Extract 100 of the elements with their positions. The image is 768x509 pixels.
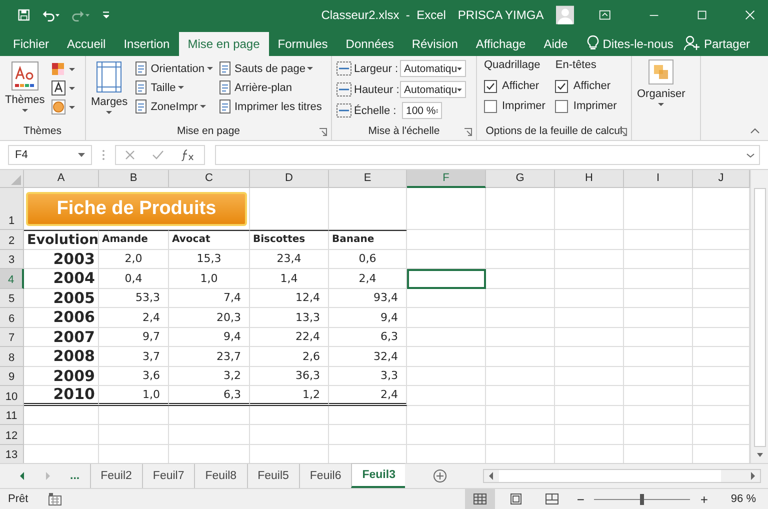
table-cell[interactable]	[99, 425, 169, 444]
share-button[interactable]: Partager	[704, 32, 768, 56]
colors-icon[interactable]	[50, 61, 76, 77]
ribbon-tab[interactable]: Données	[336, 32, 403, 56]
table-cell[interactable]	[555, 328, 624, 347]
checkbox-label[interactable]: Afficher	[502, 80, 540, 92]
table-cell[interactable]: 13,3	[250, 308, 329, 328]
table-cell[interactable]	[624, 425, 693, 444]
checkbox-label[interactable]: Imprimer	[573, 100, 617, 112]
table-cell[interactable]	[624, 288, 693, 308]
function-icon[interactable]	[181, 149, 196, 161]
table-cell[interactable]	[486, 386, 555, 406]
column-header[interactable]: E	[329, 170, 407, 188]
table-cell[interactable]: 22,4	[250, 328, 329, 347]
table-cell[interactable]	[486, 250, 555, 269]
zoom-reading[interactable]: 96 %	[718, 493, 768, 505]
checkbox-label[interactable]: Imprimer	[502, 100, 546, 112]
table-cell[interactable]	[555, 406, 624, 425]
row-header[interactable]: 1	[0, 188, 24, 230]
checkbox[interactable]	[555, 100, 568, 112]
table-cell[interactable]: 1,0	[169, 269, 250, 288]
checkbox[interactable]	[484, 100, 497, 112]
ribbon-button[interactable]: Orientation	[132, 59, 212, 78]
table-cell[interactable]: 9,4	[329, 308, 407, 328]
table-cell[interactable]	[99, 406, 169, 425]
table-cell[interactable]: 3,3	[329, 366, 407, 386]
table-cell[interactable]: 7,4	[169, 288, 250, 308]
table-cell[interactable]	[624, 366, 693, 386]
user-name[interactable]: PRISCA YIMGA	[458, 8, 544, 22]
ribbon-tab[interactable]: Révision	[402, 32, 467, 56]
table-cell[interactable]: 2010	[24, 386, 99, 406]
table-cell[interactable]: 2005	[24, 288, 99, 308]
table-cell[interactable]: 2009	[24, 366, 99, 386]
cancel-icon[interactable]	[124, 150, 135, 160]
table-cell[interactable]	[407, 288, 486, 308]
table-cell[interactable]: 15,3	[169, 250, 250, 269]
table-cell[interactable]: Amande	[99, 230, 169, 250]
table-cell[interactable]	[555, 230, 624, 250]
ribbon-tab[interactable]: Mise en page	[178, 32, 269, 56]
table-cell[interactable]	[250, 406, 329, 425]
ribbon-tab[interactable]: Aide	[534, 32, 577, 56]
table-cell[interactable]: Banane	[329, 230, 407, 250]
table-cell[interactable]: 20,3	[169, 308, 250, 328]
checkbox[interactable]	[555, 80, 568, 92]
table-cell[interactable]	[407, 386, 486, 406]
table-cell[interactable]: 2,4	[329, 269, 407, 288]
table-cell[interactable]: 3,7	[99, 347, 169, 366]
ribbon-tab[interactable]: Fichier	[4, 32, 58, 56]
formula-field[interactable]	[215, 145, 760, 165]
table-cell[interactable]: 32,4	[329, 347, 407, 366]
maximize-icon[interactable]	[696, 9, 707, 21]
caret-icon[interactable]	[78, 153, 85, 157]
row-header[interactable]: 12	[0, 425, 24, 444]
row-header[interactable]: 5	[0, 288, 24, 308]
table-cell[interactable]	[486, 347, 555, 366]
table-cell[interactable]	[555, 250, 624, 269]
table-cell[interactable]	[329, 425, 407, 444]
row-header[interactable]: 11	[0, 406, 24, 425]
table-cell[interactable]	[624, 386, 693, 406]
row-header[interactable]: 9	[0, 366, 24, 386]
column-header[interactable]: D	[250, 170, 329, 188]
table-cell[interactable]	[407, 366, 486, 386]
table-cell[interactable]	[555, 188, 624, 230]
table-cell[interactable]	[624, 250, 693, 269]
check-icon[interactable]	[152, 150, 164, 160]
table-cell[interactable]: 2007	[24, 328, 99, 347]
ribbon-button[interactable]: Sauts de page	[216, 59, 322, 78]
table-cell[interactable]	[486, 269, 555, 288]
table-cell[interactable]: 23,4	[250, 250, 329, 269]
margins-button[interactable]: Marges	[90, 59, 129, 122]
table-cell[interactable]	[250, 188, 329, 230]
add-sheet-icon[interactable]	[433, 469, 448, 483]
table-cell[interactable]: 2,0	[99, 250, 169, 269]
table-cell[interactable]	[169, 425, 250, 444]
table-cell[interactable]: 2,4	[99, 308, 169, 328]
table-cell[interactable]	[486, 406, 555, 425]
zoom-in-button[interactable]: +	[696, 492, 712, 506]
scale-field[interactable]: Automatiqu	[400, 60, 466, 77]
table-cell[interactable]	[250, 425, 329, 444]
row-header[interactable]: 3	[0, 250, 24, 269]
table-cell[interactable]	[329, 406, 407, 425]
table-cell[interactable]	[555, 288, 624, 308]
collapse-icon[interactable]	[750, 128, 760, 134]
table-cell[interactable]	[407, 425, 486, 444]
table-cell[interactable]	[555, 366, 624, 386]
sheet-tab[interactable]: Feuil3	[351, 464, 406, 488]
table-cell[interactable]: 2008	[24, 347, 99, 366]
save-icon[interactable]	[18, 8, 30, 22]
more-sheets[interactable]: ...	[70, 470, 80, 482]
arrange-button[interactable]: Organiser	[636, 59, 686, 122]
column-header[interactable]: J	[693, 170, 750, 188]
row-header[interactable]: 10	[0, 386, 24, 406]
table-cell[interactable]: 3,2	[169, 366, 250, 386]
table-cell[interactable]: 36,3	[250, 366, 329, 386]
table-cell[interactable]: 1,4	[250, 269, 329, 288]
ribbon-button[interactable]: Imprimer les titres	[216, 97, 322, 116]
redo-icon[interactable]	[72, 8, 91, 22]
table-cell[interactable]	[407, 406, 486, 425]
table-cell[interactable]	[486, 425, 555, 444]
table-cell[interactable]: Evolution	[24, 230, 99, 250]
